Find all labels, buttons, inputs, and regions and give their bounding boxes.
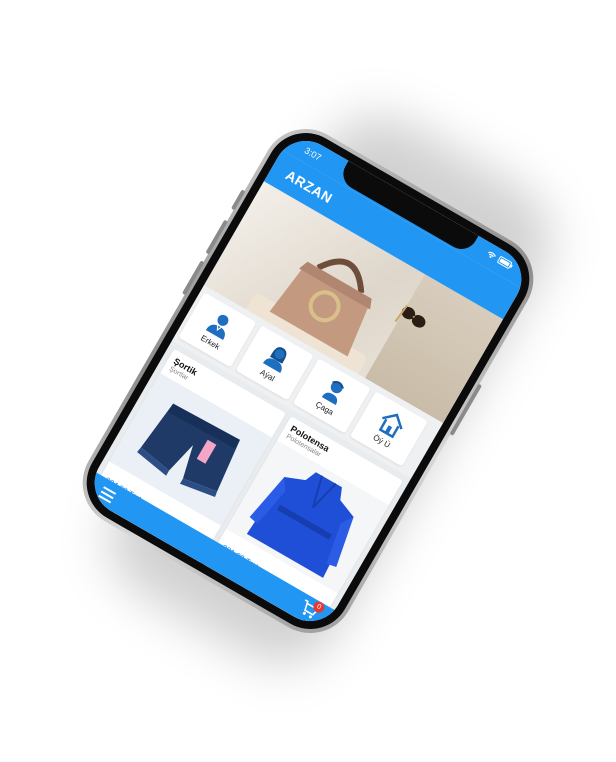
status-time: 3:07 [302,145,323,163]
wifi-icon [485,249,498,261]
cart-button[interactable]: 0 [297,598,327,621]
stage: 3:07 ARZAN Erkek Aýal Çaga Öý Ü Şortik Ş… [0,0,616,762]
menu-icon[interactable] [98,485,117,504]
battery-icon [497,255,515,270]
